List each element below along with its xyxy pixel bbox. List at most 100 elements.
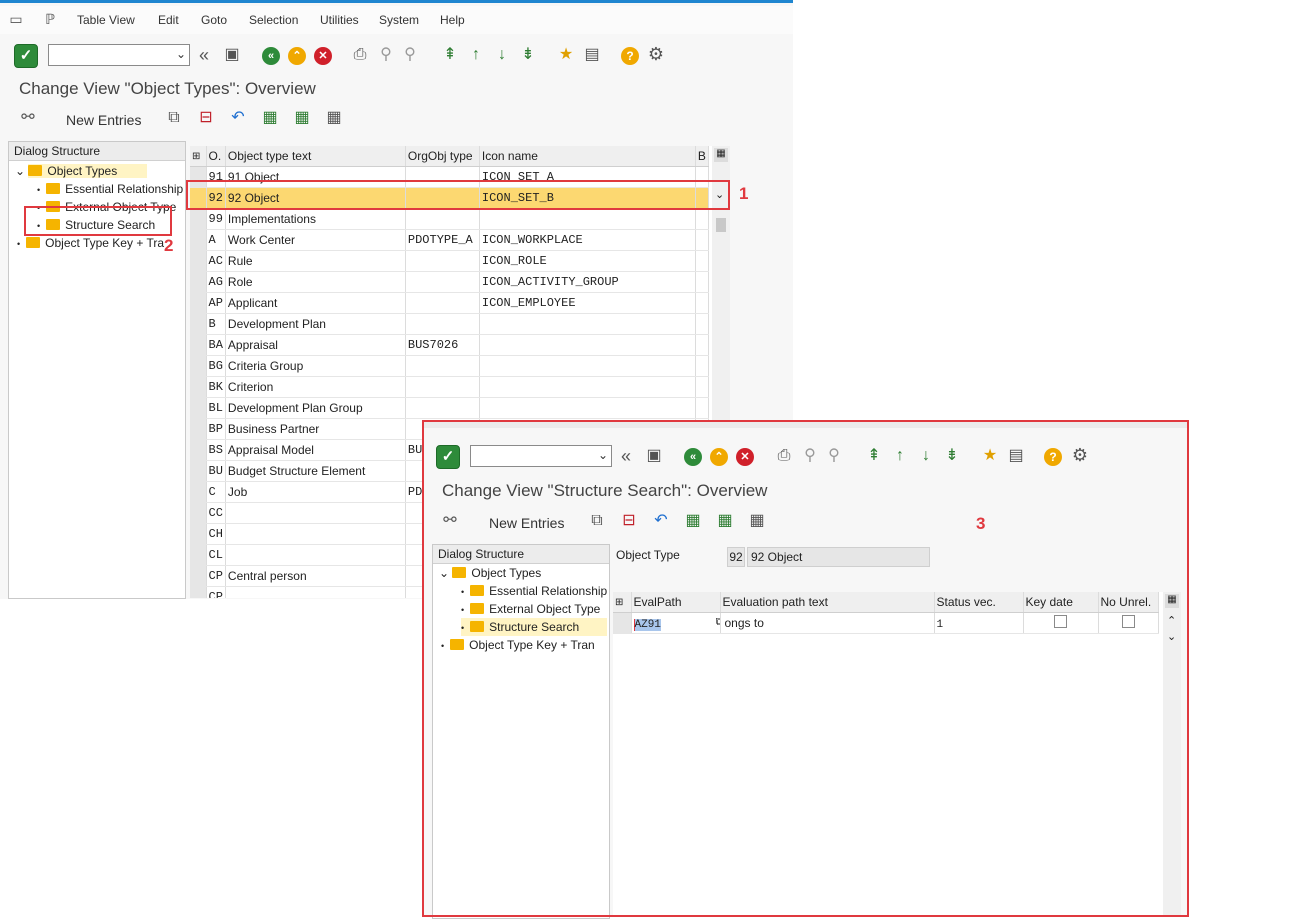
table-row[interactable]: BK Criterion [190,376,709,398]
object-type-code-cell[interactable]: CP [206,586,226,598]
row-selector[interactable] [190,292,207,314]
deselect-all-icon[interactable]: ▦ [324,109,344,127]
orgobj-type-cell[interactable] [405,250,480,272]
table-row[interactable]: BL Development Plan Group [190,397,709,419]
table-row[interactable]: AP Applicant ICON_EMPLOYEE [190,292,709,314]
object-type-text-cell[interactable] [225,586,406,598]
object-type-text-cell[interactable]: Criteria Group [225,355,406,377]
back-icon[interactable]: « [262,47,280,65]
object-type-code-cell[interactable]: BA [206,334,226,356]
object-type-code-cell[interactable]: CP [206,565,226,587]
next-page-icon[interactable]: ↓ [492,46,512,64]
object-type-text-cell[interactable]: Central person [225,565,406,587]
object-type-code-cell[interactable]: AC [206,250,226,272]
table-row[interactable]: BA Appraisal BUS7026 [190,334,709,356]
row-selector[interactable] [190,502,207,524]
first-page-icon[interactable]: ⇞ [440,46,460,64]
column-header-object-type[interactable]: O. [206,146,226,167]
icon-name-cell[interactable] [479,397,696,419]
object-type-code-cell[interactable]: 99 [206,208,226,230]
icon-name-cell[interactable] [479,313,696,335]
table-row[interactable]: AC Rule ICON_ROLE [190,250,709,272]
print-icon[interactable]: ⎙ [350,46,370,64]
object-type-code-cell[interactable]: BK [206,376,226,398]
object-type-text-cell[interactable]: Criterion [225,376,406,398]
object-type-code-cell[interactable]: CH [206,523,226,545]
row-selector[interactable] [190,334,207,356]
command-field[interactable]: ⌄ [48,44,190,66]
collapse-toolbar-icon[interactable]: « [194,46,214,64]
icon-name-cell[interactable]: ICON_WORKPLACE [479,229,696,251]
select-all-icon[interactable]: ▦ [260,109,280,127]
object-type-code-cell[interactable]: BP [206,418,226,440]
object-type-text-cell[interactable]: Business Partner [225,418,406,440]
menu-goto[interactable]: Goto [201,13,227,27]
object-type-code-cell[interactable]: C [206,481,226,503]
icon-name-cell[interactable] [479,376,696,398]
table-row[interactable]: BG Criteria Group [190,355,709,377]
object-type-text-cell[interactable]: Development Plan Group [225,397,406,419]
object-type-text-cell[interactable]: Job [225,481,406,503]
icon-name-cell[interactable]: ICON_ROLE [479,250,696,272]
orgobj-type-cell[interactable]: BUS7026 [405,334,480,356]
row-selector[interactable] [190,313,207,335]
menu-help[interactable]: Help [440,13,465,27]
column-header-b[interactable]: B [695,146,709,167]
cancel-icon[interactable]: ✕ [314,47,332,65]
icon-name-cell[interactable]: ICON_ACTIVITY_GROUP [479,271,696,293]
menu-selection[interactable]: Selection [249,13,298,27]
object-type-text-cell[interactable] [225,502,406,524]
menu-utilities[interactable]: Utilities [320,13,359,27]
object-type-code-cell[interactable]: BL [206,397,226,419]
row-selector[interactable] [190,250,207,272]
customize-icon[interactable]: ℙ [40,10,60,28]
icon-name-cell[interactable] [479,208,696,230]
column-header-icon-name[interactable]: Icon name [479,146,696,167]
orgobj-type-cell[interactable] [405,397,480,419]
orgobj-type-cell[interactable] [405,208,480,230]
row-selector[interactable] [190,544,207,566]
row-selector[interactable] [190,418,207,440]
object-type-text-cell[interactable]: Implementations [225,208,406,230]
object-type-text-cell[interactable]: Applicant [225,292,406,314]
object-type-text-cell[interactable] [225,544,406,566]
last-page-icon[interactable]: ⇟ [518,46,538,64]
select-block-icon[interactable]: ▦ [292,109,312,127]
row-selector[interactable] [190,229,207,251]
object-type-code-cell[interactable]: AG [206,271,226,293]
object-type-text-cell[interactable] [225,523,406,545]
object-type-code-cell[interactable]: BG [206,355,226,377]
row-selector[interactable] [190,439,207,461]
row-selector[interactable] [190,481,207,503]
object-type-text-cell[interactable]: Role [225,271,406,293]
undo-icon[interactable]: ↶ [228,109,248,127]
object-type-code-cell[interactable]: BU [206,460,226,482]
row-selector[interactable] [190,208,207,230]
icon-name-cell[interactable] [479,334,696,356]
display-change-icon[interactable]: ⚯ [18,109,38,127]
create-session-icon[interactable]: ★ [556,46,576,64]
window-menu-icon[interactable]: ▭ [6,10,26,28]
delete-icon[interactable]: ⊟ [196,109,216,127]
object-type-text-cell[interactable]: Work Center [225,229,406,251]
icon-name-cell[interactable] [479,355,696,377]
row-selector[interactable] [190,523,207,545]
table-settings-icon[interactable]: ⊞ [190,146,207,167]
enter-button[interactable]: ✓ [14,44,38,68]
menu-table-view[interactable]: Table View [77,13,135,27]
chevron-down-icon[interactable]: ⌄ [15,164,25,178]
orgobj-type-cell[interactable] [405,292,480,314]
row-selector[interactable] [190,460,207,482]
column-header-orgobj-type[interactable]: OrgObj type [405,146,480,167]
orgobj-type-cell[interactable]: PDOTYPE_A [405,229,480,251]
row-selector[interactable] [190,355,207,377]
icon-name-cell[interactable]: ICON_EMPLOYEE [479,292,696,314]
scrollbar-thumb[interactable] [716,218,726,232]
find-next-icon[interactable]: ⚲ [400,46,420,64]
table-row[interactable]: B Development Plan [190,313,709,335]
object-type-code-cell[interactable]: B [206,313,226,335]
row-selector[interactable] [190,565,207,587]
new-entries-button[interactable]: New Entries [66,112,141,128]
object-type-text-cell[interactable]: Appraisal Model [225,439,406,461]
find-icon[interactable]: ⚲ [376,46,396,64]
